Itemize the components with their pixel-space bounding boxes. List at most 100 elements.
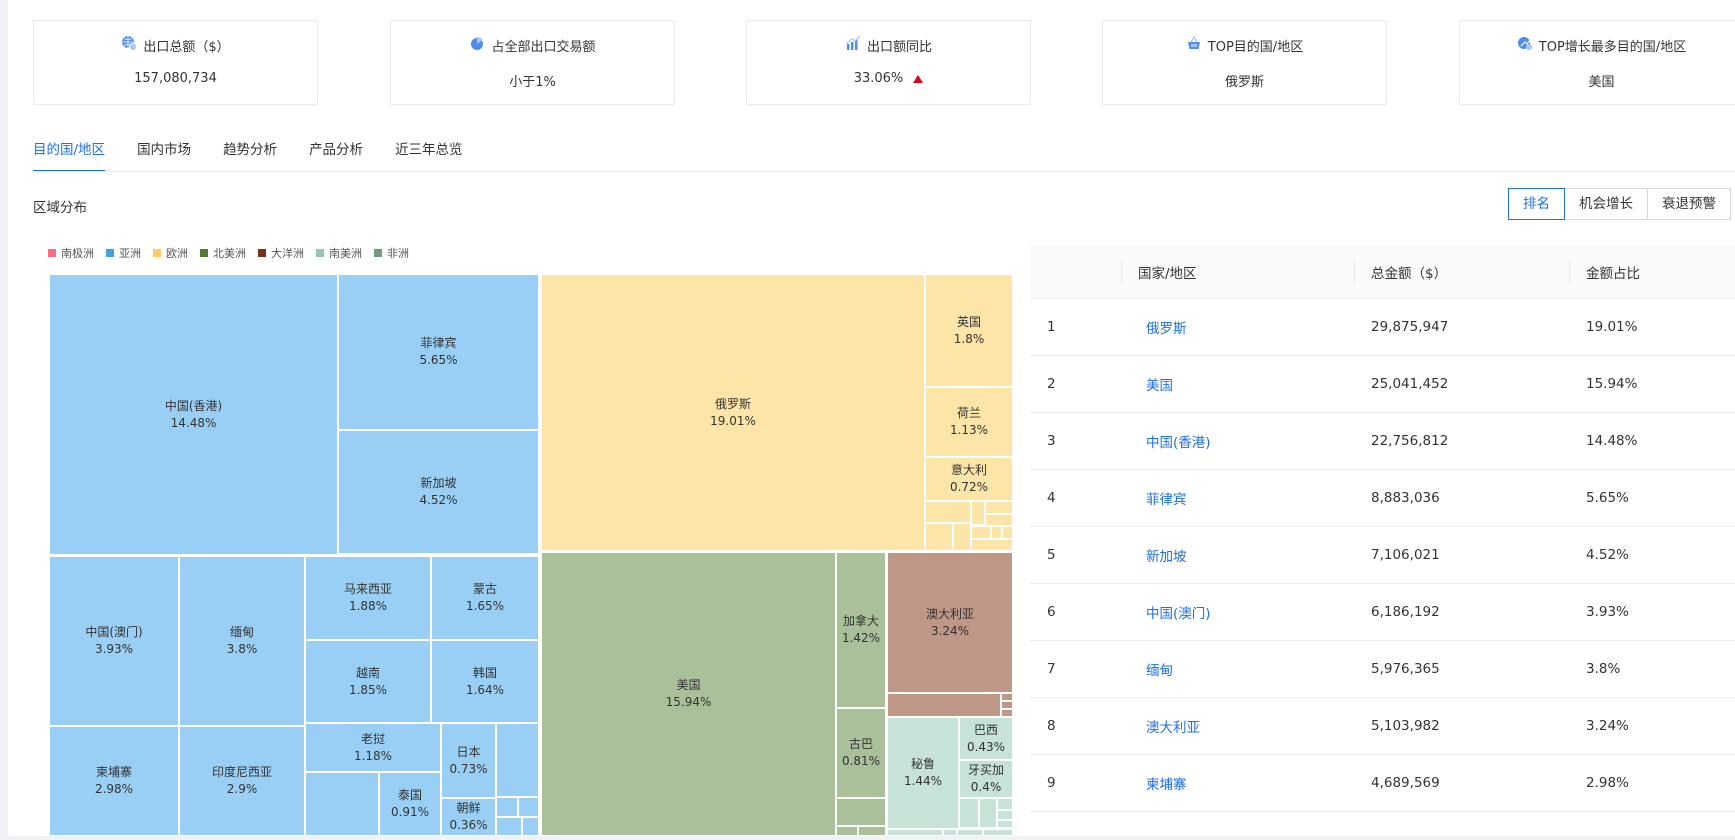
treemap-cell-small[interactable] [925,523,953,551]
treemap-cell-small[interactable] [997,820,1013,828]
treemap-cell[interactable]: 意大利 0.72% [925,457,1013,501]
legend-item[interactable]: 南美洲 [316,245,362,261]
treemap-cell[interactable]: 印度尼西亚 2.9% [179,726,305,836]
treemap-cell[interactable]: 柬埔寨 2.98% [49,726,179,836]
treemap-cell[interactable]: 荷兰 1.13% [925,387,1013,457]
treemap-cell-small[interactable] [971,501,985,525]
treemap-cell-small[interactable] [1001,701,1013,709]
treemap-cell-small[interactable] [522,817,539,836]
treemap-cell[interactable]: 朝鲜 0.36% [441,798,496,836]
treemap-cell-small[interactable] [971,539,1013,551]
treemap-cell-small[interactable] [305,772,379,836]
treemap-cell[interactable]: 蒙古 1.65% [431,556,539,640]
treemap-cell-small[interactable] [943,829,957,836]
legend-item[interactable]: 非洲 [374,245,409,261]
treemap-cell-small[interactable] [979,798,997,828]
table-row: 9 柬埔寨 4,689,569 2.98% [1030,755,1735,812]
treemap-cell[interactable]: 澳大利亚 3.24% [887,552,1013,693]
treemap-cell-small[interactable] [1001,693,1013,701]
treemap-cell-small[interactable] [496,797,518,817]
treemap-cell-small[interactable] [957,829,983,836]
ranking-table: 国家/地区 总金额（$） 金额占比 1 俄罗斯 29,875,947 19.01… [1030,245,1735,812]
treemap-cell[interactable]: 韩国 1.64% [431,640,539,723]
rank-cell: 6 [1047,604,1056,620]
treemap-cell-small[interactable] [971,526,991,539]
treemap-cell[interactable]: 英国 1.8% [925,274,1013,387]
treemap-cell-small[interactable] [887,693,1001,717]
treemap-cell-small[interactable] [983,829,1013,836]
treemap-cell-small[interactable] [518,797,539,817]
treemap-cell-small[interactable] [953,523,971,551]
cell-name: 牙买加 [967,763,1004,777]
treemap-cell[interactable]: 缅甸 3.8% [179,556,305,726]
cell-name: 菲律宾 [420,336,457,350]
treemap-cell[interactable]: 中国(香港) 14.48% [49,274,338,555]
tab-destination[interactable]: 目的国/地区 [33,138,106,172]
treemap-cell[interactable]: 新加坡 4.52% [338,430,539,554]
treemap-cell[interactable]: 越南 1.85% [305,640,431,723]
tab-domestic[interactable]: 国内市场 [137,138,191,172]
treemap-cell-small[interactable] [985,501,1013,514]
opportunity-growth-button[interactable]: 机会增长 [1564,188,1648,220]
cell-value: 1.42% [841,631,881,645]
rank-cell: 9 [1047,775,1056,791]
legend-item[interactable]: 北美洲 [200,245,246,261]
country-link[interactable]: 中国(香港) [1146,431,1211,451]
cell-name: 中国(香港) [164,398,223,413]
treemap-cell-small[interactable] [997,798,1013,810]
country-link[interactable]: 柬埔寨 [1146,773,1187,793]
treemap-cell[interactable]: 老挝 1.18% [305,723,441,772]
treemap-cell[interactable]: 泰国 0.91% [379,772,441,836]
legend-item[interactable]: 欧洲 [153,245,188,261]
treemap-cell[interactable]: 加拿大 1.42% [836,552,886,708]
share-cell: 19.01% [1586,319,1638,335]
treemap-cell[interactable]: 中国(澳门) 3.93% [49,556,179,726]
country-link[interactable]: 中国(澳门) [1146,602,1211,622]
cell-name: 柬埔寨 [95,765,132,779]
legend-item[interactable]: 亚洲 [106,245,141,261]
decline-warning-button[interactable]: 衰退预警 [1647,188,1731,220]
country-link[interactable]: 新加坡 [1146,545,1187,565]
treemap-cell[interactable]: 俄罗斯 19.01% [541,274,925,551]
treemap-cell-small[interactable] [985,514,1013,526]
legend-item[interactable]: 大洋洲 [258,245,304,261]
treemap-cell-small[interactable] [496,723,539,797]
country-link[interactable]: 美国 [1146,374,1173,394]
treemap-cell-small[interactable] [887,829,943,836]
legend-item[interactable]: 南极洲 [48,245,94,261]
treemap-cell[interactable]: 牙买加 0.4% [959,760,1013,798]
header-amount: 总金额（$） [1371,265,1448,282]
tab-product[interactable]: 产品分析 [309,138,363,172]
treemap-cell-small[interactable] [959,798,979,828]
treemap-cell-small[interactable] [925,501,971,523]
treemap-cell-small[interactable] [991,526,1002,539]
treemap-cell-small[interactable] [836,826,858,836]
tab-three-year[interactable]: 近三年总览 [395,138,463,172]
country-link[interactable]: 俄罗斯 [1146,317,1187,337]
treemap-cell-small[interactable] [1001,709,1013,717]
country-link[interactable]: 菲律宾 [1146,488,1187,508]
treemap-cell-small[interactable] [858,826,886,836]
amount-cell: 8,883,036 [1371,490,1440,506]
tab-trend[interactable]: 趋势分析 [223,138,277,172]
cell-value: 4.52% [419,493,458,507]
country-link[interactable]: 澳大利亚 [1146,716,1200,736]
rank-cell: 7 [1047,661,1056,677]
treemap-cell[interactable]: 古巴 0.81% [836,708,886,798]
stat-card: TOP增长最多目的国/地区 美国 [1459,20,1735,105]
treemap-cell[interactable]: 菲律宾 5.65% [338,274,539,430]
treemap-cell-small[interactable] [997,810,1013,820]
treemap-cell-small[interactable] [836,798,886,826]
legend-swatch [106,249,114,257]
legend-label: 南极洲 [61,247,94,260]
table-row: 3 中国(香港) 22,756,812 14.48% [1030,413,1735,470]
country-link[interactable]: 缅甸 [1146,659,1173,679]
treemap-cell[interactable]: 巴西 0.43% [959,717,1013,760]
treemap-cell[interactable]: 美国 15.94% [541,552,836,836]
treemap-cell[interactable]: 日本 0.73% [441,723,496,798]
treemap-cell-small[interactable] [496,817,522,836]
ranking-button[interactable]: 排名 [1508,188,1565,220]
treemap-cell[interactable]: 马来西亚 1.88% [305,556,431,640]
treemap-cell-small[interactable] [1002,526,1013,539]
treemap-cell[interactable]: 秘鲁 1.44% [887,717,959,829]
